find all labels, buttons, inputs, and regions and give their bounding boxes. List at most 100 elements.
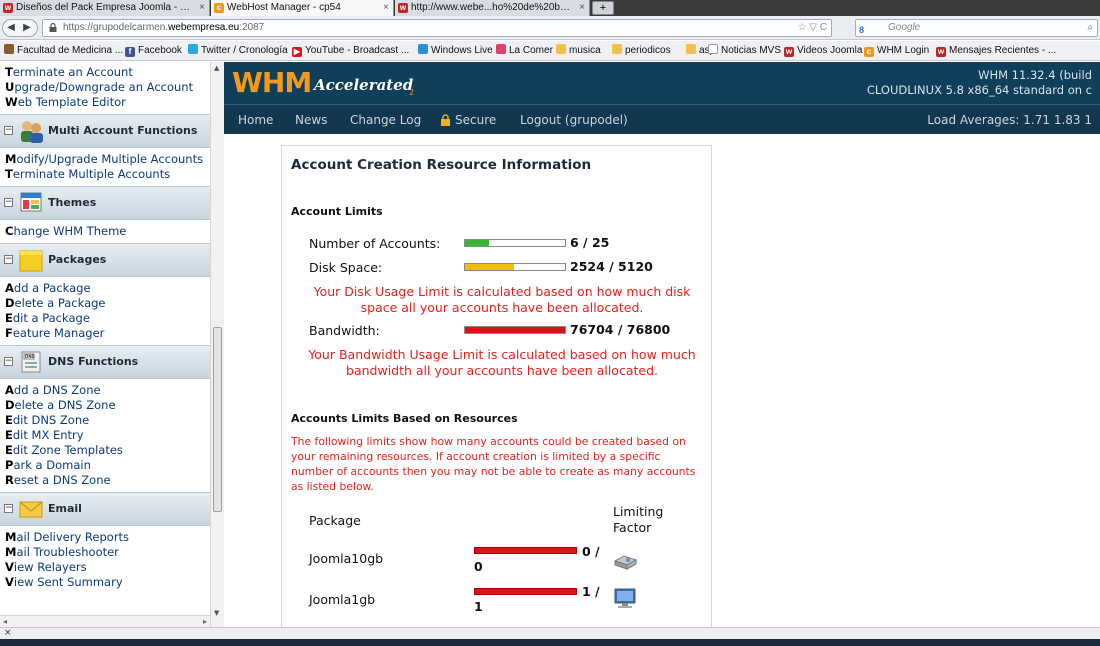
sidebar-link-mail-delivery-reports[interactable]: Mail Delivery Reports — [5, 530, 210, 545]
sidebar-link-change-theme[interactable]: Change WHM Theme — [5, 224, 210, 239]
package-name: Joomla1gb — [309, 592, 376, 607]
resources-limits-heading: Accounts Limits Based on Resources — [291, 412, 518, 425]
forward-arrow-icon[interactable]: ▶ — [19, 20, 35, 36]
sidebar-section-packages[interactable]: − Packages — [0, 243, 210, 277]
browser-tab[interactable]: w Diseños del Pack Empresa Joomla - H...… — [0, 0, 210, 16]
sidebar-link-park-domain[interactable]: Park a Domain — [5, 458, 210, 473]
sidebar-section-themes[interactable]: − Themes — [0, 186, 210, 220]
status-bar: × — [0, 627, 1100, 639]
bookmark-item[interactable]: w Mensajes Recientes - ... — [936, 41, 1056, 60]
close-tab-icon[interactable]: × — [199, 0, 205, 16]
back-forward-buttons[interactable]: ◀ ▶ — [2, 19, 38, 37]
sidebar-link-add-dns-zone[interactable]: Add a DNS Zone — [5, 383, 210, 398]
whm-logo-subtitle: Accelerated — [314, 76, 414, 94]
accounts-progress-bar — [464, 239, 566, 247]
folder-icon — [686, 44, 696, 54]
padlock-icon — [441, 114, 450, 126]
sidebar-link-upgrade-downgrade[interactable]: Upgrade/Downgrade an Account — [5, 80, 210, 95]
facebook-icon: f — [125, 47, 135, 57]
bookmark-folder[interactable]: periodicos — [612, 41, 671, 60]
sidebar-link-reset-dns-zone[interactable]: Reset a DNS Zone — [5, 473, 210, 488]
scrollbar-thumb[interactable] — [213, 327, 222, 512]
collapse-toggle-icon[interactable]: − — [4, 198, 13, 207]
collapse-toggle-icon[interactable]: − — [4, 126, 13, 135]
menu-home[interactable]: Home — [238, 105, 273, 135]
menu-change-log[interactable]: Change Log — [350, 105, 421, 135]
search-box[interactable]: 8 Google ⌕ — [855, 19, 1098, 37]
dns-icon: DNS — [21, 351, 41, 373]
sidebar-link-feature-manager[interactable]: Feature Manager — [5, 326, 210, 341]
sidebar-links-email: Mail Delivery Reports Mail Troubleshoote… — [0, 530, 210, 590]
browser-tab-active[interactable]: c WebHost Manager - cp54 × — [211, 0, 394, 16]
url-port: :2087 — [239, 22, 265, 33]
package-progress-bar — [474, 588, 577, 595]
back-arrow-icon[interactable]: ◀ — [3, 20, 19, 36]
sidebar-link-add-package[interactable]: Add a Package — [5, 281, 210, 296]
close-icon[interactable]: × — [4, 628, 12, 638]
bookmark-item[interactable]: Twitter / Cronología — [188, 41, 288, 60]
sidebar-link-view-sent-summary[interactable]: View Sent Summary — [5, 575, 210, 590]
limit-value-disk: 2524 / 5120 — [570, 259, 653, 274]
sidebar-horizontal-scrollbar[interactable]: ◂ ▸ — [0, 615, 210, 627]
sidebar-link-web-template-editor[interactable]: Web Template Editor — [5, 95, 210, 110]
limit-value-bandwidth: 76704 / 76800 — [570, 322, 671, 337]
page-title: Account Creation Resource Information — [291, 157, 592, 173]
bookmark-item[interactable]: La Comer — [496, 41, 553, 60]
collapse-toggle-icon[interactable]: − — [4, 255, 13, 264]
bookmark-folder[interactable]: musica — [556, 41, 601, 60]
webempresa-favicon-icon: w — [398, 3, 408, 13]
collapse-toggle-icon[interactable]: − — [4, 357, 13, 366]
folder-icon — [612, 44, 622, 54]
bookmark-item[interactable]: c WHM Login — [864, 41, 929, 60]
menu-secure[interactable]: Secure — [455, 105, 496, 135]
bookmark-item[interactable]: Noticias MVS — [708, 41, 781, 60]
sidebar-section-multi-account[interactable]: − Multi Account Functions — [0, 114, 210, 148]
sidebar-link-modify-multiple[interactable]: Modify/Upgrade Multiple Accounts — [5, 152, 210, 167]
sidebar-link-delete-dns-zone[interactable]: Delete a DNS Zone — [5, 398, 210, 413]
package-total: 0 — [474, 559, 483, 574]
disk-drive-icon — [613, 555, 638, 570]
tab-label: http://www.webe...ho%20de%20banda — [411, 2, 583, 13]
address-bar[interactable]: https://grupodelcarmen.webempresa.eu:208… — [42, 19, 832, 37]
sidebar-link-terminate-account[interactable]: Terminate an Account — [5, 65, 210, 80]
sidebar-section-dns[interactable]: − DNS DNS Functions — [0, 345, 210, 379]
bookmark-item[interactable]: w Videos Joomla — [784, 41, 862, 60]
close-tab-icon[interactable]: × — [383, 0, 389, 16]
navigation-toolbar: ◀ ▶ https://grupodelcarmen.webempresa.eu:… — [0, 16, 1100, 40]
monitor-icon — [614, 588, 636, 608]
bookmark-item[interactable]: Facultad de Medicina ... — [4, 41, 123, 60]
whm-logo[interactable]: WHM — [232, 66, 312, 99]
folder-icon — [556, 44, 566, 54]
scroll-down-icon[interactable]: ▼ — [214, 609, 219, 617]
sidebar-link-edit-package[interactable]: Edit a Package — [5, 311, 210, 326]
url-controls[interactable]: ☆ ▽ C — [798, 20, 827, 36]
tab-label: WebHost Manager - cp54 — [227, 2, 341, 13]
new-tab-button[interactable]: + — [592, 1, 614, 15]
sidebar-scrollbar[interactable]: ▲ ▼ — [210, 62, 224, 627]
sidebar-section-email[interactable]: − Email — [0, 492, 210, 526]
disk-progress-bar — [464, 263, 566, 271]
menu-logout[interactable]: Logout (grupodel) — [520, 105, 628, 135]
package-count: 0 / — [582, 544, 600, 559]
collapse-toggle-icon[interactable]: − — [4, 504, 13, 513]
bookmark-item[interactable]: ▶ YouTube - Broadcast ... — [292, 41, 409, 60]
sidebar-link-delete-package[interactable]: Delete a Package — [5, 296, 210, 311]
sidebar-link-edit-dns-zone[interactable]: Edit DNS Zone — [5, 413, 210, 428]
browser-tab[interactable]: w http://www.webe...ho%20de%20banda × — [395, 0, 590, 16]
bookmark-item[interactable]: Windows Live — [418, 41, 493, 60]
column-header-package: Package — [309, 513, 361, 528]
bookmark-item[interactable]: f Facebook — [125, 41, 182, 60]
resource-info-panel: Account Creation Resource Information Ac… — [281, 145, 712, 635]
search-icon[interactable]: ⌕ — [1087, 20, 1093, 36]
close-tab-icon[interactable]: × — [579, 0, 585, 16]
sidebar-link-terminate-multiple[interactable]: Terminate Multiple Accounts — [5, 167, 210, 182]
scroll-up-icon[interactable]: ▲ — [214, 64, 219, 72]
sidebar-link-edit-zone-templates[interactable]: Edit Zone Templates — [5, 443, 210, 458]
sidebar-link-edit-mx-entry[interactable]: Edit MX Entry — [5, 428, 210, 443]
sidebar-link-mail-troubleshooter[interactable]: Mail Troubleshooter — [5, 545, 210, 560]
sidebar-link-view-relayers[interactable]: View Relayers — [5, 560, 210, 575]
disk-warning-text: Your Disk Usage Limit is calculated base… — [313, 284, 691, 315]
search-engine-icon[interactable]: 8 — [859, 22, 864, 38]
bookmark-favicon-icon — [4, 44, 14, 54]
menu-news[interactable]: News — [295, 105, 327, 135]
